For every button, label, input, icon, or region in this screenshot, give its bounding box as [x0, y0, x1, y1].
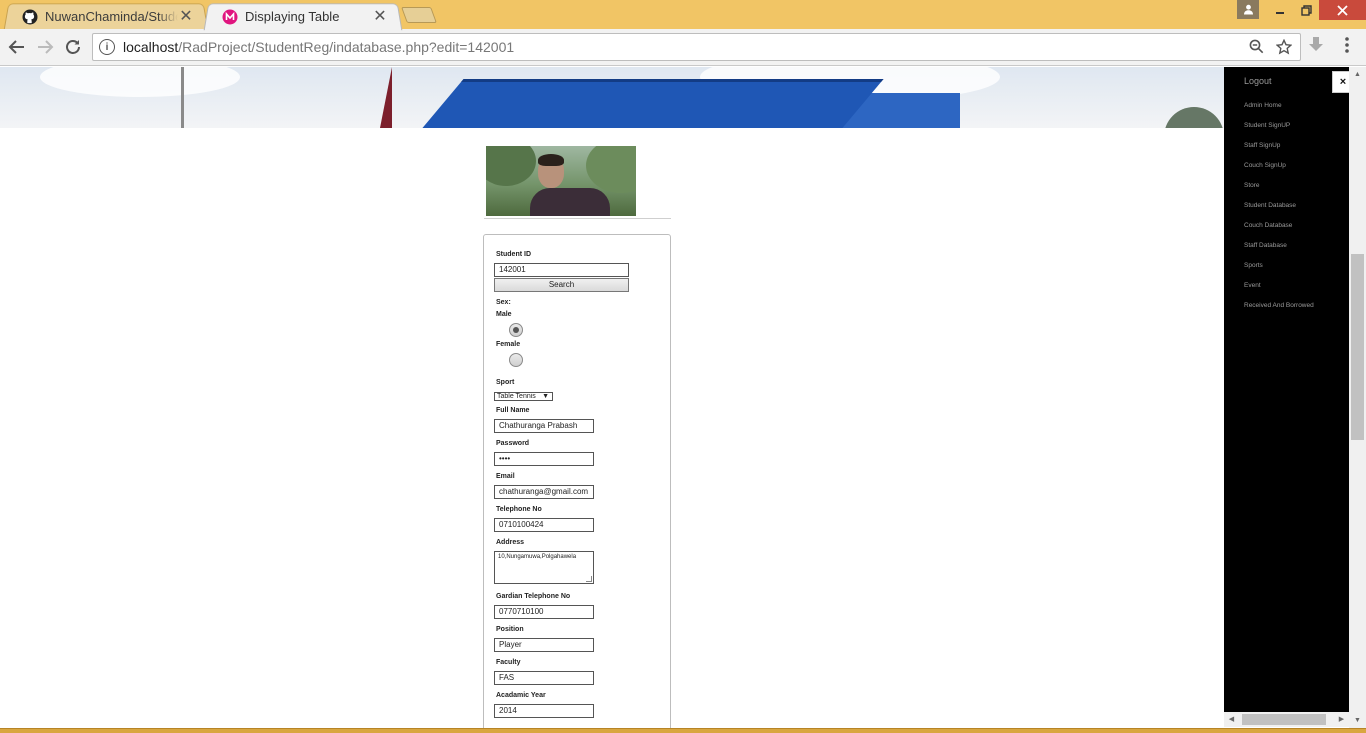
position-label: Position	[496, 626, 524, 633]
academic-year-label: Acadamic Year	[496, 692, 546, 699]
address-value: 10,Nungamuwa,Polgahawela	[498, 554, 577, 560]
address-bar[interactable]: i localhost /RadProject/StudentReg/indat…	[92, 33, 1301, 61]
sidebar-close-icon[interactable]: ×	[1332, 71, 1349, 93]
site-favicon-icon	[222, 9, 238, 25]
student-profile-photo	[486, 146, 636, 216]
telephone-label: Telephone No	[496, 506, 542, 513]
scroll-down-icon[interactable]: ▼	[1349, 713, 1366, 728]
address-label: Address	[496, 539, 525, 546]
url-path: /RadProject/StudentReg/indatabase.php?ed…	[178, 39, 515, 55]
horizontal-scroll-thumb[interactable]	[1242, 714, 1326, 725]
sidebar-item-staff-signup[interactable]: Staff SignUp	[1244, 142, 1280, 149]
bookmark-star-icon[interactable]	[1275, 38, 1293, 59]
browser-titlebar: NuwanChaminda/Studen ✕ Displaying Table …	[0, 0, 1366, 31]
sidebar-item-received-and-borrowed[interactable]: Received And Borrowed	[1244, 302, 1314, 309]
logout-link[interactable]: Logout	[1244, 76, 1272, 86]
tab-close-icon[interactable]: ✕	[372, 8, 388, 25]
browser-toolbar: i localhost /RadProject/StudentReg/indat…	[0, 29, 1366, 66]
minimize-icon[interactable]	[1267, 0, 1293, 20]
back-icon[interactable]	[6, 36, 28, 58]
url-host: localhost	[123, 39, 179, 55]
header-banner-image	[0, 67, 1224, 128]
vertical-scrollbar[interactable]: ▲ ▼	[1349, 67, 1366, 728]
admin-sidebar: Logout Admin Home Student SignUP Staff S…	[1224, 67, 1349, 712]
sex-label: Sex:	[496, 299, 511, 306]
dropdown-arrow-icon: ▼	[542, 393, 549, 400]
faculty-label: Faculty	[496, 659, 521, 666]
window-controls	[1237, 0, 1366, 29]
scroll-left-icon[interactable]: ◀	[1224, 712, 1239, 727]
scroll-up-icon[interactable]: ▲	[1349, 67, 1366, 82]
male-label: Male	[496, 311, 512, 318]
telephone-input[interactable]: 0710100424	[494, 518, 594, 532]
male-radio[interactable]	[509, 323, 523, 337]
address-textarea[interactable]: 10,Nungamuwa,Polgahawela	[494, 551, 594, 584]
page-viewport: Student ID 142001 Search Sex: Male Femal…	[0, 67, 1349, 728]
user-profile-icon[interactable]	[1237, 0, 1259, 19]
menu-kebab-icon[interactable]	[1344, 36, 1350, 59]
new-tab-button[interactable]	[401, 7, 437, 23]
sidebar-item-couch-database[interactable]: Couch Database	[1244, 222, 1292, 229]
sidebar-item-couch-signup[interactable]: Couch SignUp	[1244, 162, 1286, 169]
guardian-telephone-input[interactable]: 0770710100	[494, 605, 594, 619]
password-label: Password	[496, 440, 530, 447]
sidebar-item-store[interactable]: Store	[1244, 182, 1260, 189]
password-input[interactable]: ••••	[494, 452, 594, 466]
tab-close-icon[interactable]: ✕	[178, 8, 194, 25]
full-name-label: Full Name	[496, 407, 530, 414]
sidebar-item-student-signup[interactable]: Student SignUP	[1244, 122, 1290, 129]
tab-title: NuwanChaminda/Studen	[45, 9, 178, 24]
full-name-input[interactable]: Chathuranga Prabash	[494, 419, 594, 433]
student-edit-form	[483, 234, 671, 728]
os-taskbar	[0, 728, 1366, 733]
tab-title: Displaying Table	[245, 9, 340, 24]
restore-icon[interactable]	[1293, 0, 1319, 20]
position-input[interactable]: Player	[494, 638, 594, 652]
sport-select[interactable]: Table Tennis ▼	[494, 392, 553, 401]
github-icon	[22, 9, 38, 25]
window-close-icon[interactable]	[1319, 0, 1366, 20]
sidebar-item-sports[interactable]: Sports	[1244, 262, 1263, 269]
student-id-label: Student ID	[496, 251, 531, 258]
sidebar-item-event[interactable]: Event	[1244, 282, 1261, 289]
resize-grip-icon[interactable]	[586, 576, 592, 582]
sport-selected-value: Table Tennis	[497, 393, 536, 400]
guardian-telephone-label: Gardian Telephone No	[496, 593, 571, 600]
tab-github[interactable]: NuwanChaminda/Studen ✕	[3, 3, 209, 31]
female-radio[interactable]	[509, 353, 523, 367]
sport-label: Sport	[496, 379, 515, 386]
faculty-input[interactable]: FAS	[494, 671, 594, 685]
search-button[interactable]: Search	[494, 278, 629, 292]
photo-divider	[484, 218, 671, 219]
tab-displaying-table[interactable]: Displaying Table ✕	[203, 3, 403, 31]
vertical-scroll-thumb[interactable]	[1351, 254, 1364, 440]
reload-icon[interactable]	[62, 36, 84, 58]
female-label: Female	[496, 341, 521, 348]
scroll-right-icon[interactable]: ▶	[1334, 712, 1349, 727]
site-info-icon[interactable]: i	[99, 39, 115, 55]
sidebar-item-student-database[interactable]: Student Database	[1244, 202, 1296, 209]
horizontal-scrollbar[interactable]: ◀ ▶	[1224, 712, 1349, 727]
academic-year-input[interactable]: 2014	[494, 704, 594, 718]
email-input[interactable]: chathuranga@gmail.com	[494, 485, 594, 499]
forward-icon[interactable]	[34, 36, 56, 58]
sidebar-item-admin-home[interactable]: Admin Home	[1244, 102, 1282, 109]
radio-selected-dot	[513, 327, 519, 333]
student-id-input[interactable]: 142001	[494, 263, 629, 277]
email-label: Email	[496, 473, 515, 480]
zoom-icon[interactable]	[1249, 39, 1264, 59]
download-icon[interactable]	[1307, 36, 1325, 59]
sidebar-item-staff-database[interactable]: Staff Database	[1244, 242, 1287, 249]
